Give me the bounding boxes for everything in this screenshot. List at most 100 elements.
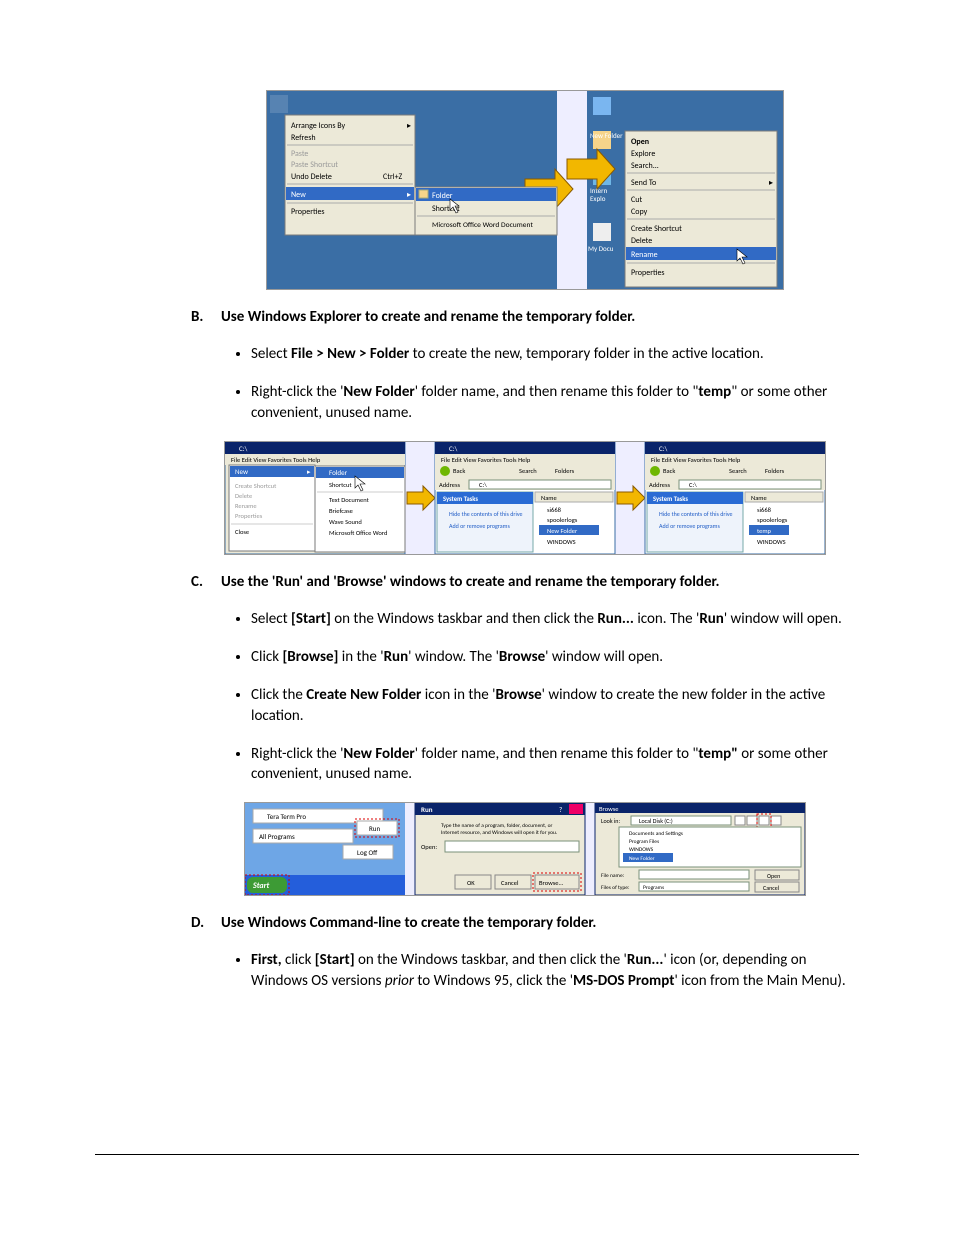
svg-text:Files of type:: Files of type: [601,885,630,891]
svg-text:Local Disk (C:): Local Disk (C:) [639,817,673,825]
submenu-word[interactable]: Microsoft Office Word Document [432,221,533,230]
svg-text:?: ? [559,805,562,814]
svg-text:New Folder: New Folder [590,131,623,140]
menu-undo[interactable]: Undo Delete [291,172,332,182]
svg-text:New: New [235,467,248,476]
svg-text:System Tasks: System Tasks [443,495,478,503]
svg-text:C:\: C:\ [689,481,697,489]
svg-text:Rename: Rename [235,502,257,510]
submenu-folder[interactable]: Folder [432,191,453,201]
svg-text:Open: Open [767,872,780,880]
svg-text:File Edit View Favorites: File Edit View Favorites Tools Help [441,456,531,464]
rc-search[interactable]: Search... [631,161,659,171]
figure-run-browse: Tera Term Pro All Programs Run Log Off S… [191,802,859,896]
svg-text:Type the name of a program, fo: Type the name of a program, folder, docu… [441,823,553,829]
svg-text:spoolerlogs: spoolerlogs [757,516,788,524]
rc-sendto[interactable]: Send To [631,178,656,188]
svg-text:▸: ▸ [769,178,773,188]
menu-paste-shortcut: Paste Shortcut [291,160,338,170]
svg-text:Programs: Programs [643,885,664,891]
svg-text:▸: ▸ [307,467,311,476]
svg-text:Create Shortcut: Create Shortcut [235,482,277,490]
section-c-title: Use the 'Run' and 'Browse' windows to cr… [221,573,720,591]
rc-open[interactable]: Open [631,137,649,147]
menu-properties[interactable]: Properties [291,207,325,217]
svg-text:My Docu: My Docu [588,244,614,253]
svg-text:Log Off: Log Off [357,848,378,857]
svg-text:File name:: File name: [601,873,625,879]
svg-text:New Folder: New Folder [547,527,578,535]
svg-text:WINDOWS: WINDOWS [629,847,654,853]
svg-text:Folder: Folder [329,468,348,477]
svg-text:Text Document: Text Document [329,496,370,504]
svg-text:▸: ▸ [407,190,411,200]
svg-text:File Edit View Favorites: File Edit View Favorites Tools Help [651,456,741,464]
svg-text:Browse: Browse [599,805,618,813]
svg-text:Run: Run [369,824,380,833]
rc-properties[interactable]: Properties [631,268,665,278]
section-b-head: B. Use Windows Explorer to create and re… [191,308,859,326]
svg-text:Close: Close [235,528,249,536]
section-c-list: Select [Start] on the Windows taskbar an… [221,609,859,785]
rc-cut[interactable]: Cut [631,195,642,205]
svg-text:C:\: C:\ [479,481,487,489]
section-d-title: Use Windows Command-line to create the t… [221,914,596,932]
svg-text:C:\: C:\ [449,444,458,453]
svg-text:Address: Address [649,481,671,489]
svg-text:Cancel: Cancel [501,879,519,887]
svg-text:Folders: Folders [765,467,785,475]
section-c-letter: C. [191,573,221,591]
rc-copy[interactable]: Copy [631,207,648,217]
svg-text:Back: Back [663,467,675,475]
rc-create-shortcut[interactable]: Create Shortcut [631,224,682,234]
svg-text:WINDOWS: WINDOWS [757,538,786,546]
menu-new[interactable]: New [291,190,306,200]
svg-text:Wave Sound: Wave Sound [329,518,362,526]
figure-context-menus: Arrange Icons By ▸ Refresh Paste Paste S… [191,90,859,290]
rc-delete[interactable]: Delete [631,236,652,246]
svg-text:Search: Search [729,467,747,475]
svg-text:Properties: Properties [235,512,263,520]
svg-text:Browse...: Browse... [539,879,564,887]
list-item: Click the Create New Folder icon in the … [251,685,859,726]
menu-refresh[interactable]: Refresh [291,133,316,143]
svg-text:Microsoft Office Word: Microsoft Office Word [329,529,387,537]
svg-text:Tera Term Pro: Tera Term Pro [267,812,306,821]
fig-b-svg: C:\ File Edit View Favorites Tools Help … [224,441,826,555]
svg-text:OK: OK [467,879,475,887]
rc-rename[interactable]: Rename [631,250,658,260]
svg-text:Documents and Settings: Documents and Settings [629,831,683,837]
svg-text:spoolerlogs: spoolerlogs [547,516,578,524]
svg-text:C:\: C:\ [239,444,248,453]
svg-text:Internet resource, and Windows: Internet resource, and Windows will open… [441,830,558,836]
rc-explore[interactable]: Explore [631,149,655,159]
section-d-list: First, click [Start] on the Windows task… [221,950,859,991]
svg-text:Run: Run [421,805,433,814]
svg-text:Explo: Explo [590,194,606,203]
svg-text:Hide the contents of this driv: Hide the contents of this drive [659,510,732,518]
svg-text:▸: ▸ [407,121,411,131]
svg-text:System Tasks: System Tasks [653,495,688,503]
fig-c-svg: Tera Term Pro All Programs Run Log Off S… [244,802,806,896]
section-b-list: Select File > New > Folder to create the… [221,344,859,423]
svg-text:Search: Search [519,467,537,475]
list-item: Right-click the 'New Folder' folder name… [251,382,859,423]
svg-text:File Edit View Favorites: File Edit View Favorites Tools Help [231,456,321,464]
list-item: Right-click the 'New Folder' folder name… [251,744,859,785]
section-d-head: D. Use Windows Command-line to create th… [191,914,859,932]
svg-text:Delete: Delete [235,492,252,500]
svg-text:New Folder: New Folder [629,856,655,862]
figure-explorer: C:\ File Edit View Favorites Tools Help … [191,441,859,555]
menu-arrange[interactable]: Arrange Icons By [291,121,346,131]
svg-text:Shortcut: Shortcut [329,481,352,489]
svg-text:Open:: Open: [421,843,437,851]
svg-text:C:\: C:\ [659,444,668,453]
section-b-letter: B. [191,308,221,326]
svg-text:Address: Address [439,481,461,489]
section-b-title: Use Windows Explorer to create and renam… [221,308,635,326]
svg-text:si668: si668 [757,506,772,514]
list-item: First, click [Start] on the Windows task… [251,950,859,991]
svg-text:All Programs: All Programs [259,832,295,841]
svg-text:WINDOWS: WINDOWS [547,538,576,546]
svg-text:Hide the contents of this driv: Hide the contents of this drive [449,510,522,518]
